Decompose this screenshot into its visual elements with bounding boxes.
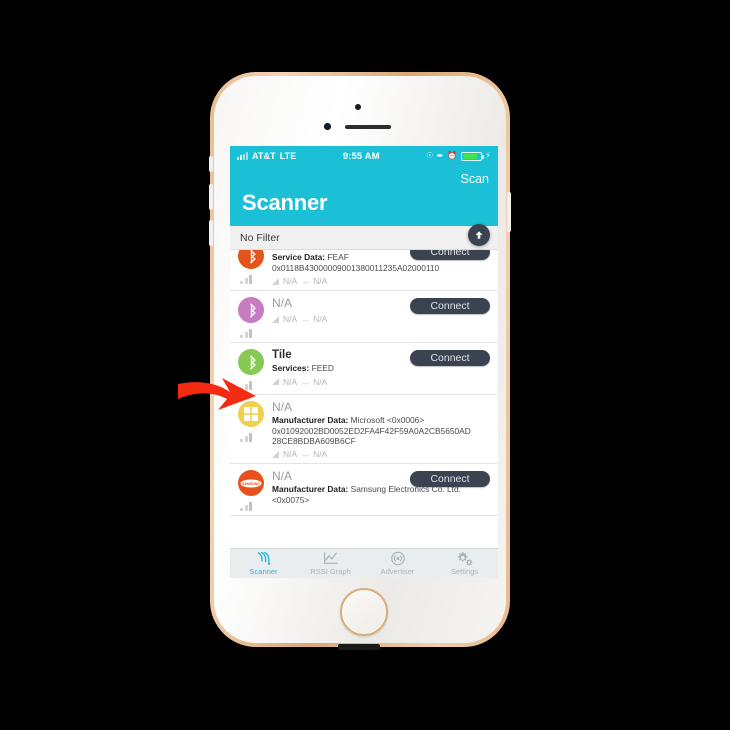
signal-bars-icon xyxy=(240,329,252,339)
front-camera-icon xyxy=(355,104,361,110)
advertising-interval-value: N/A xyxy=(313,276,328,287)
app-nav-bar: Scan Scanner xyxy=(230,166,498,226)
connect-button[interactable]: Connect xyxy=(410,471,490,488)
tab-label: Advertiser xyxy=(380,567,415,576)
device-row[interactable]: Connect Tile Services: FEED N/A ↔ N/A xyxy=(230,343,498,396)
location-arrow-icon: ➨ xyxy=(436,151,444,160)
bluetooth-icon xyxy=(249,303,256,318)
alarm-icon: ⏰ xyxy=(447,151,458,160)
tab-rssi-graph[interactable]: RSSI Graph xyxy=(297,549,364,578)
screenshot-canvas: AT&T LTE 9:55 AM ☉ ➨ ⏰ ⚡ Scan Scanner No… xyxy=(0,0,730,730)
bottom-tab-bar[interactable]: Scanner RSSI Graph Advertiser Settings xyxy=(230,548,498,578)
charging-bolt-icon: ⚡ xyxy=(485,151,491,160)
earpiece-speaker xyxy=(345,125,391,129)
tab-advertiser[interactable]: Advertiser xyxy=(364,549,431,578)
rssi-value: N/A xyxy=(283,276,298,287)
phone-bezel: AT&T LTE 9:55 AM ☉ ➨ ⏰ ⚡ Scan Scanner No… xyxy=(214,76,506,643)
device-detail-line: <0x0075> xyxy=(272,494,310,505)
scan-button[interactable]: Scan xyxy=(461,172,490,186)
scroll-to-top-button[interactable] xyxy=(468,224,490,246)
proximity-sensor-icon xyxy=(324,123,331,130)
signal-strength-icon xyxy=(272,450,279,458)
advertising-interval-value: N/A xyxy=(313,376,328,387)
advertising-interval-value: N/A xyxy=(313,449,328,460)
connect-button[interactable]: Connect xyxy=(410,298,490,315)
arrow-up-icon xyxy=(475,231,483,239)
status-bar-left: AT&T LTE xyxy=(237,151,296,161)
ios-status-bar: AT&T LTE 9:55 AM ☉ ➨ ⏰ ⚡ xyxy=(230,146,498,166)
carrier-label: AT&T xyxy=(252,151,276,161)
tab-settings[interactable]: Settings xyxy=(431,549,498,578)
scanner-wave-icon xyxy=(257,551,270,565)
bluetooth-icon xyxy=(249,355,256,370)
tab-label: Scanner xyxy=(249,567,278,576)
advertising-interval-icon: ↔ xyxy=(301,376,310,387)
signal-strength-icon xyxy=(272,277,279,285)
page-title: Scanner xyxy=(242,190,328,215)
volume-up-button xyxy=(209,184,213,210)
tab-label: Settings xyxy=(450,567,479,576)
annotation-arrow-icon xyxy=(178,378,256,410)
network-type-label: LTE xyxy=(279,151,297,161)
device-detail-line: Manufacturer Data: Microsoft <0x0006> xyxy=(272,415,425,426)
svg-text:SAMSUNG: SAMSUNG xyxy=(242,482,260,486)
advertising-interval-icon: ↔ xyxy=(301,314,310,325)
device-avatar: SAMSUNG xyxy=(238,470,264,497)
device-detail-line: 0x0118B43000009001380011235A02000110 xyxy=(272,262,440,273)
gear-icon xyxy=(458,552,473,566)
advertising-interval-icon: ↔ xyxy=(301,449,310,460)
status-bar-clock: 9:55 AM xyxy=(342,150,380,162)
device-avatar xyxy=(238,297,264,324)
tab-scanner[interactable]: Scanner xyxy=(230,549,297,578)
cellular-signal-icon xyxy=(237,152,248,160)
device-row[interactable]: SAMSUNG Connect N/A Manufacturer Data: Sams… xyxy=(230,464,498,517)
bluetooth-icon xyxy=(249,250,256,263)
signal-strength-icon xyxy=(272,315,279,323)
signal-strength-icon xyxy=(272,378,279,386)
silent-switch xyxy=(209,156,213,172)
do-not-disturb-icon: ☉ xyxy=(426,151,434,160)
battery-icon xyxy=(460,151,484,161)
home-button[interactable] xyxy=(340,588,388,636)
signal-bars-icon xyxy=(240,502,252,512)
device-detail-line: 28CE8BDBA609B6CF xyxy=(272,436,356,447)
bottom-antenna-line xyxy=(338,644,380,650)
volume-down-button xyxy=(209,220,213,246)
connect-button[interactable]: Connect xyxy=(410,250,490,260)
phone-screen: AT&T LTE 9:55 AM ☉ ➨ ⏰ ⚡ Scan Scanner No… xyxy=(230,146,498,578)
signal-bars-icon xyxy=(240,275,252,284)
line-chart-icon xyxy=(323,552,337,564)
status-bar-right: ☉ ➨ ⏰ ⚡ xyxy=(426,151,491,161)
device-metrics: N/A ↔ N/A xyxy=(272,449,490,459)
device-info: N/A Manufacturer Data: Microsoft <0x0006>… xyxy=(272,400,490,446)
device-metrics: N/A ↔ N/A xyxy=(272,314,490,324)
signal-bars-icon xyxy=(240,433,252,443)
device-avatar xyxy=(238,250,264,269)
device-detail-line: 0x01092002BD0052ED2FA4F42F59A0A2CB5650AD xyxy=(272,425,471,436)
connect-button[interactable]: Connect xyxy=(410,350,490,367)
device-name: N/A xyxy=(272,400,293,415)
advertising-interval-value: N/A xyxy=(313,314,328,325)
iphone-device-frame: AT&T LTE 9:55 AM ☉ ➨ ⏰ ⚡ Scan Scanner No… xyxy=(209,72,511,650)
broadcast-icon xyxy=(390,551,405,566)
filter-bar: No Filter xyxy=(230,224,498,250)
rssi-value: N/A xyxy=(283,376,298,387)
rssi-value: N/A xyxy=(283,449,298,460)
device-row[interactable]: ConnectServices: FEAFService Data: FEAF0… xyxy=(230,250,498,292)
device-metrics: N/A ↔ N/A xyxy=(272,377,490,387)
device-row[interactable]: N/A Manufacturer Data: Microsoft <0x0006>… xyxy=(230,395,498,465)
device-row[interactable]: Connect N/A N/A ↔ N/A xyxy=(230,291,498,344)
rssi-value: N/A xyxy=(283,314,298,325)
power-button xyxy=(507,192,511,232)
tab-label: RSSI Graph xyxy=(310,567,351,576)
device-list[interactable]: ConnectServices: FEAFService Data: FEAF0… xyxy=(230,250,498,550)
advertising-interval-icon: ↔ xyxy=(301,276,310,287)
device-metrics: N/A ↔ N/A xyxy=(272,276,490,286)
samsung-logo-icon: SAMSUNG xyxy=(240,479,262,488)
filter-label[interactable]: No Filter xyxy=(240,232,280,244)
